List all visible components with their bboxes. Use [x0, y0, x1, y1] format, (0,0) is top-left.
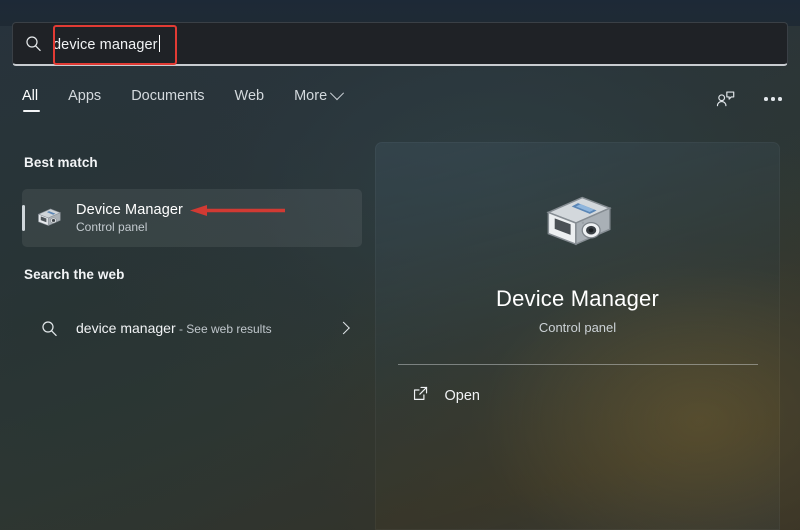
web-result-label: device manager - See web results [76, 320, 272, 336]
preview-subtitle: Control panel [539, 320, 616, 335]
tab-documents[interactable]: Documents [131, 88, 204, 114]
device-manager-icon [530, 186, 626, 260]
header-actions [712, 86, 786, 112]
search-icon [22, 320, 76, 337]
feedback-icon[interactable] [712, 86, 738, 112]
preview-divider [398, 364, 758, 365]
more-options-icon[interactable] [760, 86, 786, 112]
selection-indicator [22, 205, 25, 231]
search-the-web-heading: Search the web [24, 267, 124, 282]
best-match-subtitle-text: Control panel [76, 220, 183, 234]
best-match-item[interactable]: Device Manager Control panel [22, 189, 362, 247]
tab-web-label: Web [235, 88, 265, 104]
best-match-title-text: Device Manager [76, 202, 183, 218]
preview-panel: Device Manager Control panel Open [375, 142, 780, 530]
open-external-icon [412, 385, 429, 407]
search-input[interactable]: device manager [53, 35, 160, 53]
web-result-suffix: - See web results [176, 322, 272, 336]
device-manager-icon [22, 205, 76, 231]
tab-apps-label: Apps [68, 88, 101, 104]
windows-search-panel: device manager All Apps Documents Web Mo… [0, 0, 800, 530]
open-action[interactable]: Open [398, 385, 758, 407]
search-icon [13, 35, 53, 52]
filter-tabs: All Apps Documents Web More [22, 88, 342, 114]
search-bar[interactable]: device manager [12, 22, 788, 66]
web-result-item[interactable]: device manager - See web results [22, 299, 362, 357]
tab-all-label: All [22, 88, 38, 104]
web-result-query: device manager [76, 320, 176, 336]
chevron-down-icon [330, 86, 344, 100]
best-match-heading: Best match [24, 155, 98, 170]
open-label: Open [445, 388, 480, 404]
tab-more[interactable]: More [294, 88, 342, 114]
tab-documents-label: Documents [131, 88, 204, 104]
chevron-right-icon[interactable] [337, 322, 350, 335]
tab-apps[interactable]: Apps [68, 88, 101, 114]
tab-web[interactable]: Web [235, 88, 265, 114]
best-match-text: Device Manager Control panel [76, 202, 183, 234]
ellipsis-glyph [764, 97, 782, 101]
text-caret [159, 35, 160, 52]
preview-title: Device Manager [496, 286, 659, 312]
tab-all[interactable]: All [22, 88, 38, 114]
search-input-text: device manager [53, 37, 158, 53]
tab-more-label: More [294, 88, 327, 104]
